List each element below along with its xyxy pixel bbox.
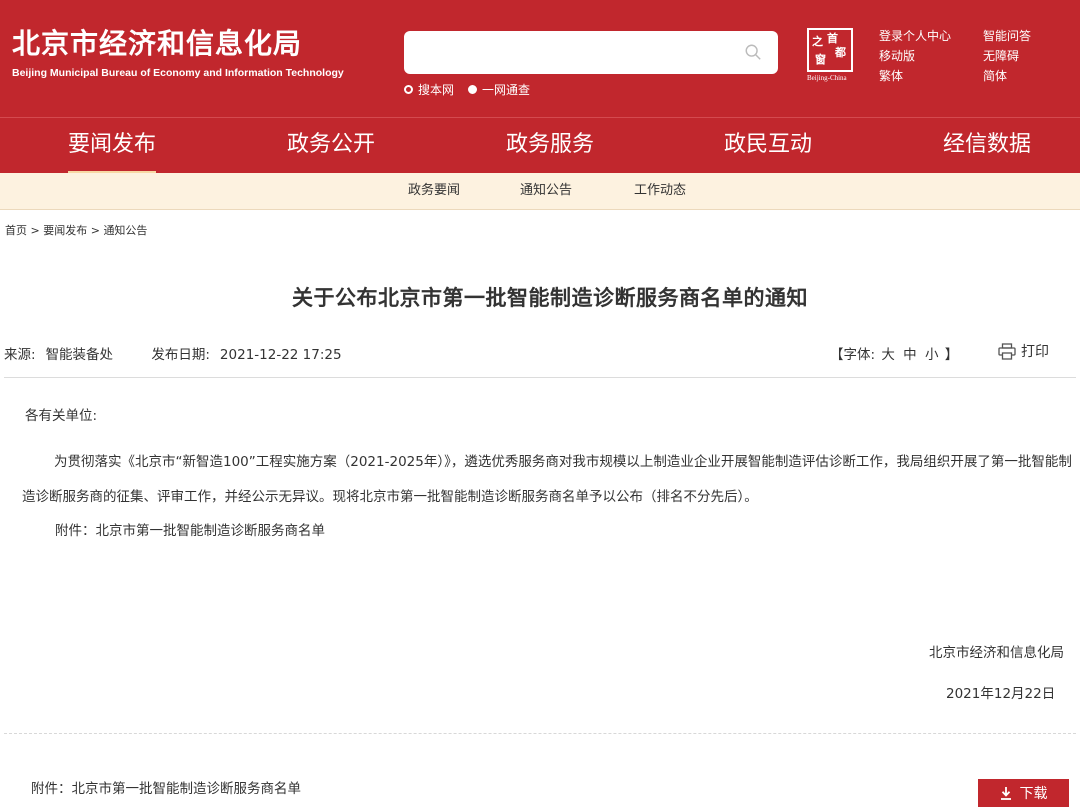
breadcrumb-notices[interactable]: 通知公告	[103, 224, 147, 237]
search-scope-all[interactable]: 一网通查	[468, 81, 530, 98]
link-smart-qa[interactable]: 智能问答	[983, 28, 1069, 44]
main-nav: 要闻发布 政务公开 政务服务 政民互动 经信数据	[0, 117, 1080, 174]
attachment-label[interactable]: 附件：北京市第一批智能制造诊断服务商名单	[31, 777, 301, 797]
attachment-divider	[4, 733, 1076, 734]
sub-nav: 政务要闻 通知公告 工作动态	[0, 173, 1080, 210]
signature: 北京市经济和信息化局	[929, 645, 1064, 661]
font-size-medium[interactable]: 中	[903, 347, 917, 363]
radio-selected-icon[interactable]	[468, 85, 478, 94]
font-size-control: 【字体: 大 中 小 】	[830, 343, 958, 363]
link-accessibility[interactable]: 无障碍	[983, 48, 1069, 64]
logo-char: 都	[835, 46, 846, 59]
link-traditional[interactable]: 繁体	[879, 68, 983, 84]
signature-date: 2021年12月22日	[946, 686, 1056, 702]
search-input[interactable]	[404, 31, 778, 74]
meta-divider	[4, 377, 1076, 378]
breadcrumb-news[interactable]: 要闻发布	[43, 224, 87, 237]
source-label: 来源:	[4, 347, 36, 363]
print-button[interactable]: 打印	[998, 341, 1049, 361]
subnav-item-notices[interactable]: 通知公告	[520, 173, 572, 209]
radio-icon[interactable]	[404, 85, 413, 94]
logo-char: 首	[827, 32, 838, 45]
search-scope-options: 搜本网 一网通查	[404, 81, 530, 98]
header-links: 登录个人中心 智能问答 移动版 无障碍 繁体 简体	[879, 28, 1069, 84]
site-header: 北京市经济和信息化局 Beijing Municipal Bureau of E…	[0, 0, 1080, 117]
breadcrumb-home[interactable]: 首页	[5, 224, 27, 237]
nav-item-government-services[interactable]: 政务服务	[506, 118, 594, 174]
nav-item-interaction[interactable]: 政民互动	[724, 118, 812, 174]
article-meta: 来源: 智能装备处 发布日期: 2021-12-22 17:25	[4, 343, 352, 363]
logo-caption: Beijing-China	[807, 74, 847, 82]
font-size-label: 【字体:	[830, 347, 876, 363]
download-button[interactable]: 下载	[978, 779, 1069, 807]
printer-icon	[998, 342, 1016, 360]
nav-item-data[interactable]: 经信数据	[943, 118, 1031, 174]
link-login[interactable]: 登录个人中心	[879, 28, 983, 44]
search-scope-site[interactable]: 搜本网	[404, 81, 454, 98]
logo-char: 之	[812, 35, 823, 48]
breadcrumb-separator: >	[90, 224, 100, 237]
article-attachment-line: 附件：北京市第一批智能制造诊断服务商名单	[55, 523, 325, 539]
search-icon[interactable]	[744, 43, 762, 61]
download-icon	[1000, 786, 1011, 800]
site-title[interactable]: 北京市经济和信息化局	[12, 26, 302, 62]
search-scope-all-label: 一网通查	[482, 83, 531, 97]
source-value: 智能装备处	[45, 347, 114, 363]
download-label: 下载	[1019, 786, 1048, 802]
subnav-item-gov-news[interactable]: 政务要闻	[408, 173, 460, 209]
date-label: 发布日期:	[151, 347, 210, 363]
font-size-close: 】	[944, 347, 959, 363]
salutation: 各有关单位:	[25, 408, 98, 424]
search-scope-site-label: 搜本网	[418, 83, 455, 97]
site-subtitle: Beijing Municipal Bureau of Economy and …	[12, 67, 344, 79]
breadcrumb-separator: >	[30, 224, 40, 237]
breadcrumb: 首页 > 要闻发布 > 通知公告	[5, 222, 147, 238]
nav-item-government-affairs[interactable]: 政务公开	[287, 118, 375, 174]
font-size-small[interactable]: 小	[925, 347, 939, 363]
print-label: 打印	[1021, 344, 1049, 360]
article-paragraph: 为贯彻落实《北京市“新智造100”工程实施方案（2021-2025年）》，遴选优…	[22, 454, 1072, 505]
article-title: 关于公布北京市第一批智能制造诊断服务商名单的通知	[292, 286, 808, 310]
font-size-large[interactable]: 大	[881, 347, 895, 363]
nav-item-news[interactable]: 要闻发布	[68, 118, 156, 174]
link-simplified[interactable]: 简体	[983, 68, 1069, 84]
capital-window-logo[interactable]: 之 首 都 窗 Beijing-China	[807, 28, 855, 82]
subnav-item-work-updates[interactable]: 工作动态	[634, 173, 686, 209]
date-value: 2021-12-22 17:25	[219, 347, 342, 363]
logo-emblem: 之 首 都 窗	[807, 28, 853, 72]
link-mobile[interactable]: 移动版	[879, 48, 983, 64]
logo-char: 窗	[815, 53, 826, 66]
